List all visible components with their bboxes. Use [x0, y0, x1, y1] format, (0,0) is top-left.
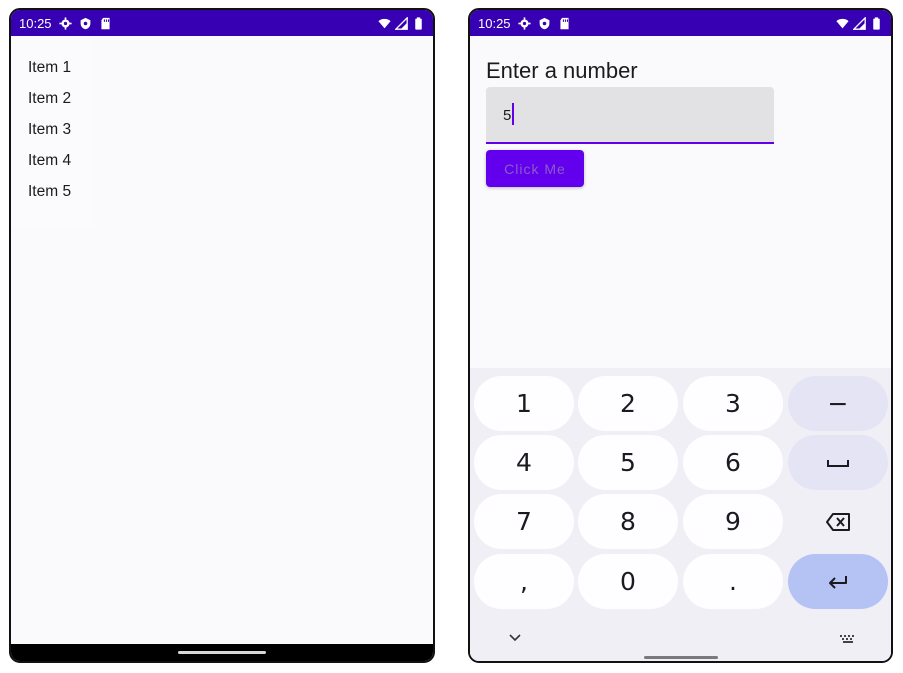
gear-icon	[58, 16, 72, 30]
key-1[interactable]: 1	[474, 376, 574, 431]
key-backspace[interactable]	[788, 494, 888, 549]
key-space[interactable]	[788, 435, 888, 490]
status-time: 10:25	[478, 15, 511, 31]
key-4[interactable]: 4	[474, 435, 574, 490]
list-item[interactable]: Item 3	[11, 114, 93, 145]
signal-icon	[395, 16, 408, 30]
wifi-icon	[378, 17, 391, 30]
sd-card-icon	[99, 17, 112, 30]
key-5[interactable]: 5	[578, 435, 678, 490]
gear-icon	[517, 16, 531, 30]
navigation-bar	[11, 644, 433, 661]
numeric-keyboard: 1 2 3 − 4 5 6 7 8 9 , 0 .	[470, 368, 891, 661]
battery-icon	[870, 16, 883, 30]
wifi-icon	[836, 17, 849, 30]
signal-icon	[853, 16, 866, 30]
status-bar: 10:25	[470, 10, 891, 36]
key-period[interactable]: .	[683, 554, 783, 609]
sd-card-icon	[558, 17, 571, 30]
key-8[interactable]: 8	[578, 494, 678, 549]
left-phone-screen: 10:25 Item 1 Item 2 Item 3 Item 4 Item 5	[9, 8, 435, 663]
right-phone-screen: 10:25 Enter a number 5 Click Me 1 2 3 − …	[468, 8, 893, 663]
status-time: 10:25	[19, 15, 52, 31]
key-comma[interactable]: ,	[474, 554, 574, 609]
backspace-icon	[826, 512, 850, 531]
number-input-value: 5	[503, 107, 512, 124]
click-me-button[interactable]: Click Me	[486, 150, 584, 187]
key-0[interactable]: 0	[578, 554, 678, 609]
space-icon	[827, 459, 849, 467]
key-9[interactable]: 9	[683, 494, 783, 549]
key-3[interactable]: 3	[683, 376, 783, 431]
number-input[interactable]: 5	[486, 87, 774, 144]
list-item[interactable]: Item 5	[11, 176, 93, 207]
chevron-down-icon[interactable]	[508, 633, 522, 643]
list-item[interactable]: Item 2	[11, 83, 93, 114]
key-2[interactable]: 2	[578, 376, 678, 431]
key-7[interactable]: 7	[474, 494, 574, 549]
item-list: Item 1 Item 2 Item 3 Item 4 Item 5	[11, 36, 93, 227]
battery-icon	[412, 16, 425, 30]
list-item[interactable]: Item 4	[11, 145, 93, 176]
form-title: Enter a number	[486, 58, 638, 83]
key-minus[interactable]: −	[788, 376, 888, 431]
status-bar: 10:25	[11, 10, 433, 36]
shield-icon	[79, 17, 92, 30]
list-item[interactable]: Item 1	[11, 52, 93, 83]
number-form: Enter a number 5 Click Me	[470, 36, 793, 216]
key-enter[interactable]	[788, 554, 888, 609]
shield-icon	[538, 17, 551, 30]
text-cursor	[512, 103, 514, 125]
home-gesture-handle[interactable]	[643, 656, 718, 659]
key-6[interactable]: 6	[683, 435, 783, 490]
home-gesture-handle[interactable]	[178, 651, 266, 654]
keyboard-switch-icon[interactable]	[839, 634, 857, 644]
enter-icon	[829, 575, 847, 589]
